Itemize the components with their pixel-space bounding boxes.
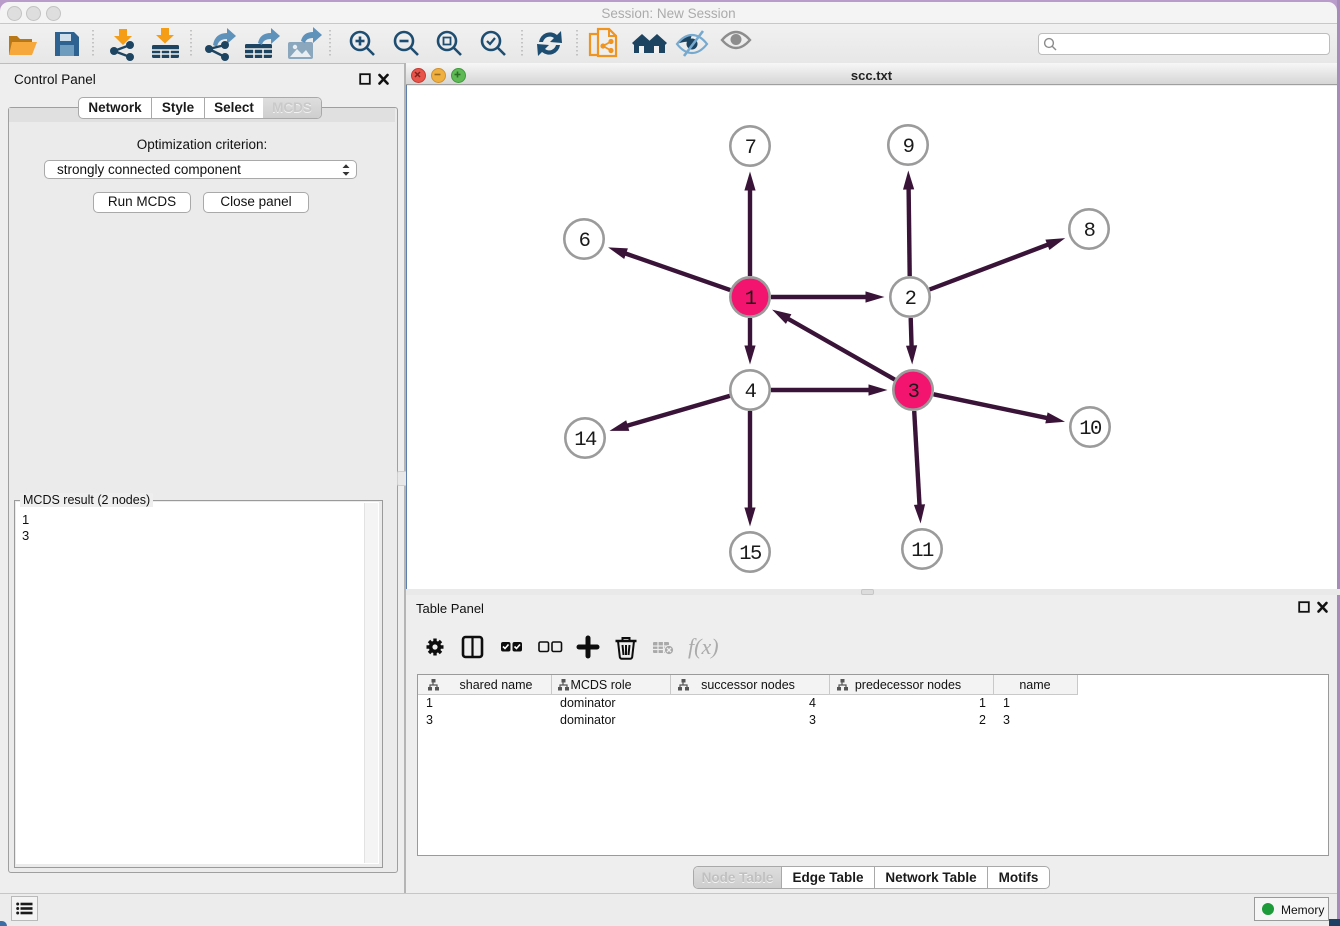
svg-text:14: 14: [574, 429, 597, 452]
svg-text:8: 8: [1084, 220, 1095, 243]
svg-text:MCDS role: MCDS role: [570, 678, 631, 692]
svg-text:2: 2: [905, 288, 916, 311]
svg-text:shared name: shared name: [460, 678, 533, 692]
svg-text:name: name: [1019, 678, 1050, 692]
svg-text:9: 9: [903, 136, 914, 159]
svg-text:predecessor nodes: predecessor nodes: [855, 678, 961, 692]
svg-text:3: 3: [908, 381, 919, 404]
svg-text:10: 10: [1079, 418, 1102, 441]
svg-text:1: 1: [745, 288, 757, 311]
svg-text:successor nodes: successor nodes: [701, 678, 795, 692]
svg-text:4: 4: [745, 381, 757, 404]
svg-text:7: 7: [745, 137, 756, 160]
svg-text:f(x): f(x): [688, 634, 719, 659]
svg-text:6: 6: [579, 230, 590, 253]
svg-text:15: 15: [739, 543, 761, 566]
svg-text:11: 11: [911, 540, 934, 563]
